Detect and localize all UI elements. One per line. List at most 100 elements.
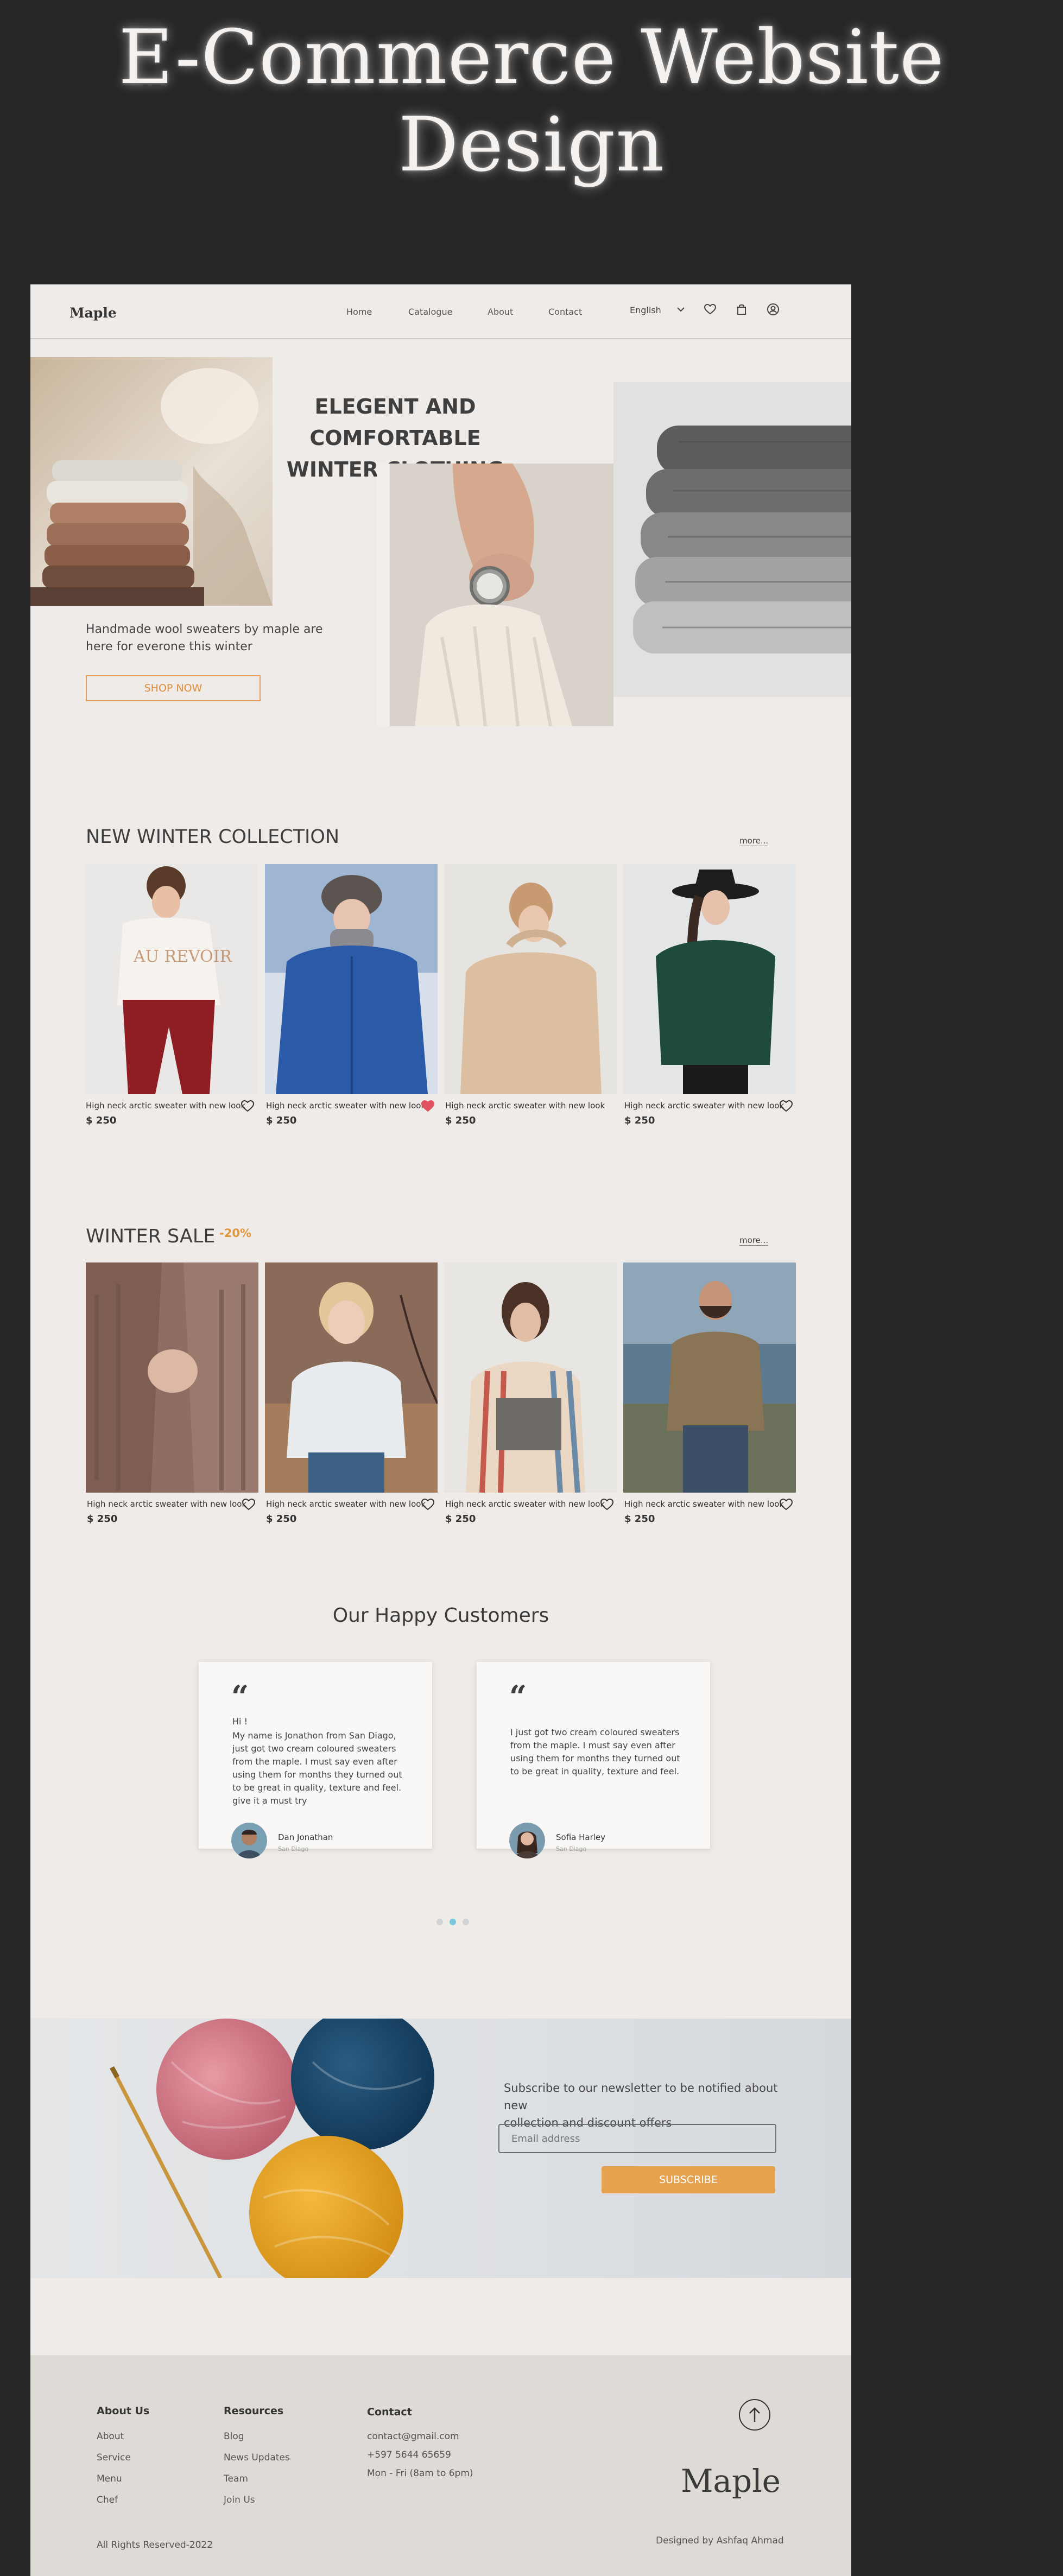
product-card[interactable]: High neck arctic sweater with new look $… bbox=[623, 864, 796, 1126]
carousel-dot-active[interactable] bbox=[450, 1919, 456, 1925]
designer-credit: Designed by Ashfaq Ahmad bbox=[656, 2535, 784, 2546]
footer-link-chef[interactable]: Chef bbox=[97, 2495, 118, 2505]
product-name: High neck arctic sweater with new look bbox=[266, 1499, 426, 1509]
product-name: High neck arctic sweater with new look bbox=[624, 1101, 784, 1111]
footer-link-menu[interactable]: Menu bbox=[97, 2473, 122, 2484]
arrow-up-icon bbox=[749, 2407, 760, 2422]
nav-home[interactable]: Home bbox=[346, 307, 372, 317]
hero-subtitle: Handmade wool sweaters by maple are here… bbox=[86, 623, 323, 653]
footer-about-heading: About Us bbox=[97, 2405, 150, 2417]
avatar bbox=[231, 1823, 267, 1858]
footer-link-team[interactable]: Team bbox=[224, 2473, 248, 2484]
user-account-icon[interactable] bbox=[765, 302, 781, 317]
product-image[interactable] bbox=[265, 864, 438, 1094]
product-price: $ 250 bbox=[445, 1115, 476, 1126]
quote-icon: “ bbox=[231, 1679, 249, 1715]
testimonial-location: San Diago bbox=[556, 1845, 587, 1852]
product-name: High neck arctic sweater with new look bbox=[445, 1499, 605, 1509]
footer-contact-phone[interactable]: +597 5644 65659 bbox=[367, 2450, 451, 2460]
testimonial-location: San Diago bbox=[278, 1845, 309, 1852]
product-price: $ 250 bbox=[266, 1115, 297, 1126]
email-field[interactable] bbox=[498, 2124, 776, 2153]
footer-link-blog[interactable]: Blog bbox=[224, 2431, 244, 2442]
heart-icon[interactable] bbox=[420, 1497, 435, 1511]
winter-sale-title: WINTER SALE bbox=[86, 1226, 216, 1247]
testimonial-name: Sofia Harley bbox=[556, 1832, 606, 1842]
footer-link-about[interactable]: About bbox=[97, 2431, 124, 2442]
website-mockup: Maple Home Catalogue About Contact Engli… bbox=[30, 284, 851, 2576]
hero-watch-wrist-image bbox=[377, 464, 613, 726]
product-name: High neck arctic sweater with new look bbox=[445, 1101, 605, 1111]
winter-collection-title: NEW WINTER COLLECTION bbox=[86, 826, 340, 848]
heart-icon[interactable] bbox=[779, 1099, 794, 1113]
product-price: $ 250 bbox=[266, 1513, 297, 1525]
product-card[interactable]: High neck arctic sweater with new look $… bbox=[444, 1262, 617, 1525]
carousel-dot[interactable] bbox=[463, 1919, 469, 1925]
product-image[interactable] bbox=[265, 1262, 438, 1493]
scroll-to-top-button[interactable] bbox=[739, 2399, 770, 2431]
testimonial-card: “ I just got two cream coloured sweaters… bbox=[477, 1662, 710, 1858]
footer-link-service[interactable]: Service bbox=[97, 2452, 131, 2463]
footer-link-news-updates[interactable]: News Updates bbox=[224, 2452, 290, 2463]
product-card[interactable]: High neck arctic sweater with new look $… bbox=[265, 864, 438, 1126]
heart-filled-icon[interactable] bbox=[420, 1099, 435, 1113]
product-price: $ 250 bbox=[445, 1513, 476, 1525]
heart-icon[interactable] bbox=[703, 302, 718, 317]
site-footer: About Us About Service Menu Chef Resourc… bbox=[30, 2355, 851, 2576]
nav-catalogue[interactable]: Catalogue bbox=[408, 307, 452, 317]
language-selector[interactable]: English bbox=[630, 305, 661, 315]
product-name: High neck arctic sweater with new look bbox=[87, 1499, 247, 1509]
heart-icon[interactable] bbox=[599, 1497, 615, 1511]
copyright-text: All Rights Reserved-2022 bbox=[97, 2540, 213, 2550]
header-logo[interactable]: Maple bbox=[69, 305, 117, 321]
carousel-dot[interactable] bbox=[436, 1919, 443, 1925]
discount-badge: -20% bbox=[219, 1227, 251, 1240]
nav-contact[interactable]: Contact bbox=[548, 307, 582, 317]
product-image[interactable] bbox=[86, 1262, 258, 1493]
product-image[interactable]: AU REVOIR bbox=[85, 864, 257, 1094]
heart-icon[interactable] bbox=[779, 1497, 794, 1511]
product-image[interactable] bbox=[444, 1262, 617, 1493]
footer-link-join-us[interactable]: Join Us bbox=[224, 2495, 255, 2505]
quote-icon: “ bbox=[509, 1679, 527, 1715]
testimonials-title: Our Happy Customers bbox=[332, 1604, 549, 1627]
footer-contact-heading: Contact bbox=[367, 2406, 412, 2418]
winter-collection-more-link[interactable]: more... bbox=[739, 836, 769, 846]
product-image[interactable] bbox=[623, 1262, 796, 1493]
svg-text:AU REVOIR: AU REVOIR bbox=[133, 947, 233, 966]
hero-sweater-stack-image bbox=[30, 357, 273, 606]
product-price: $ 250 bbox=[624, 1115, 655, 1126]
avatar bbox=[509, 1823, 545, 1858]
site-header: Maple Home Catalogue About Contact Engli… bbox=[30, 284, 851, 339]
product-name: High neck arctic sweater with new look bbox=[624, 1499, 784, 1509]
chevron-down-icon[interactable] bbox=[673, 302, 688, 317]
product-card[interactable]: High neck arctic sweater with new look $… bbox=[265, 1262, 438, 1525]
hero-folded-sweaters-image bbox=[613, 382, 851, 697]
product-card[interactable]: AU REVOIR High neck arctic sweater with … bbox=[85, 864, 257, 1126]
nav-about[interactable]: About bbox=[488, 307, 513, 317]
footer-logo: Maple bbox=[681, 2463, 781, 2499]
shop-now-button[interactable]: SHOP NOW bbox=[86, 675, 261, 701]
product-card[interactable]: High neck arctic sweater with new look $… bbox=[444, 864, 617, 1126]
subscribe-button[interactable]: SUBSCRIBE bbox=[602, 2166, 775, 2193]
product-price: $ 250 bbox=[624, 1513, 655, 1525]
testimonial-text: I just got two cream coloured sweaters f… bbox=[510, 1727, 680, 1776]
winter-sale-more-link[interactable]: more... bbox=[739, 1235, 769, 1246]
product-price: $ 250 bbox=[87, 1513, 118, 1525]
banner-title: E-Commerce Website Design bbox=[118, 14, 945, 188]
testimonial-text: My name is Jonathon from San Diago, just… bbox=[232, 1730, 402, 1806]
heart-icon[interactable] bbox=[240, 1099, 255, 1113]
testimonial-name: Dan Jonathan bbox=[278, 1832, 333, 1842]
product-image[interactable] bbox=[623, 864, 796, 1094]
product-image[interactable] bbox=[444, 864, 617, 1094]
product-card[interactable]: High neck arctic sweater with new look $… bbox=[86, 1262, 258, 1525]
heart-icon[interactable] bbox=[241, 1497, 256, 1511]
footer-contact-email[interactable]: contact@gmail.com bbox=[367, 2431, 459, 2442]
yarn-balls-image bbox=[110, 2019, 434, 2278]
shopping-bag-icon[interactable] bbox=[734, 302, 749, 317]
testimonial-card: “ Hi ! My name is Jonathon from San Diag… bbox=[199, 1662, 432, 1858]
testimonial-greeting: Hi ! bbox=[232, 1716, 248, 1727]
product-name: High neck arctic sweater with new look bbox=[266, 1101, 426, 1111]
footer-resources-heading: Resources bbox=[224, 2405, 284, 2417]
product-card[interactable]: High neck arctic sweater with new look $… bbox=[623, 1262, 796, 1525]
